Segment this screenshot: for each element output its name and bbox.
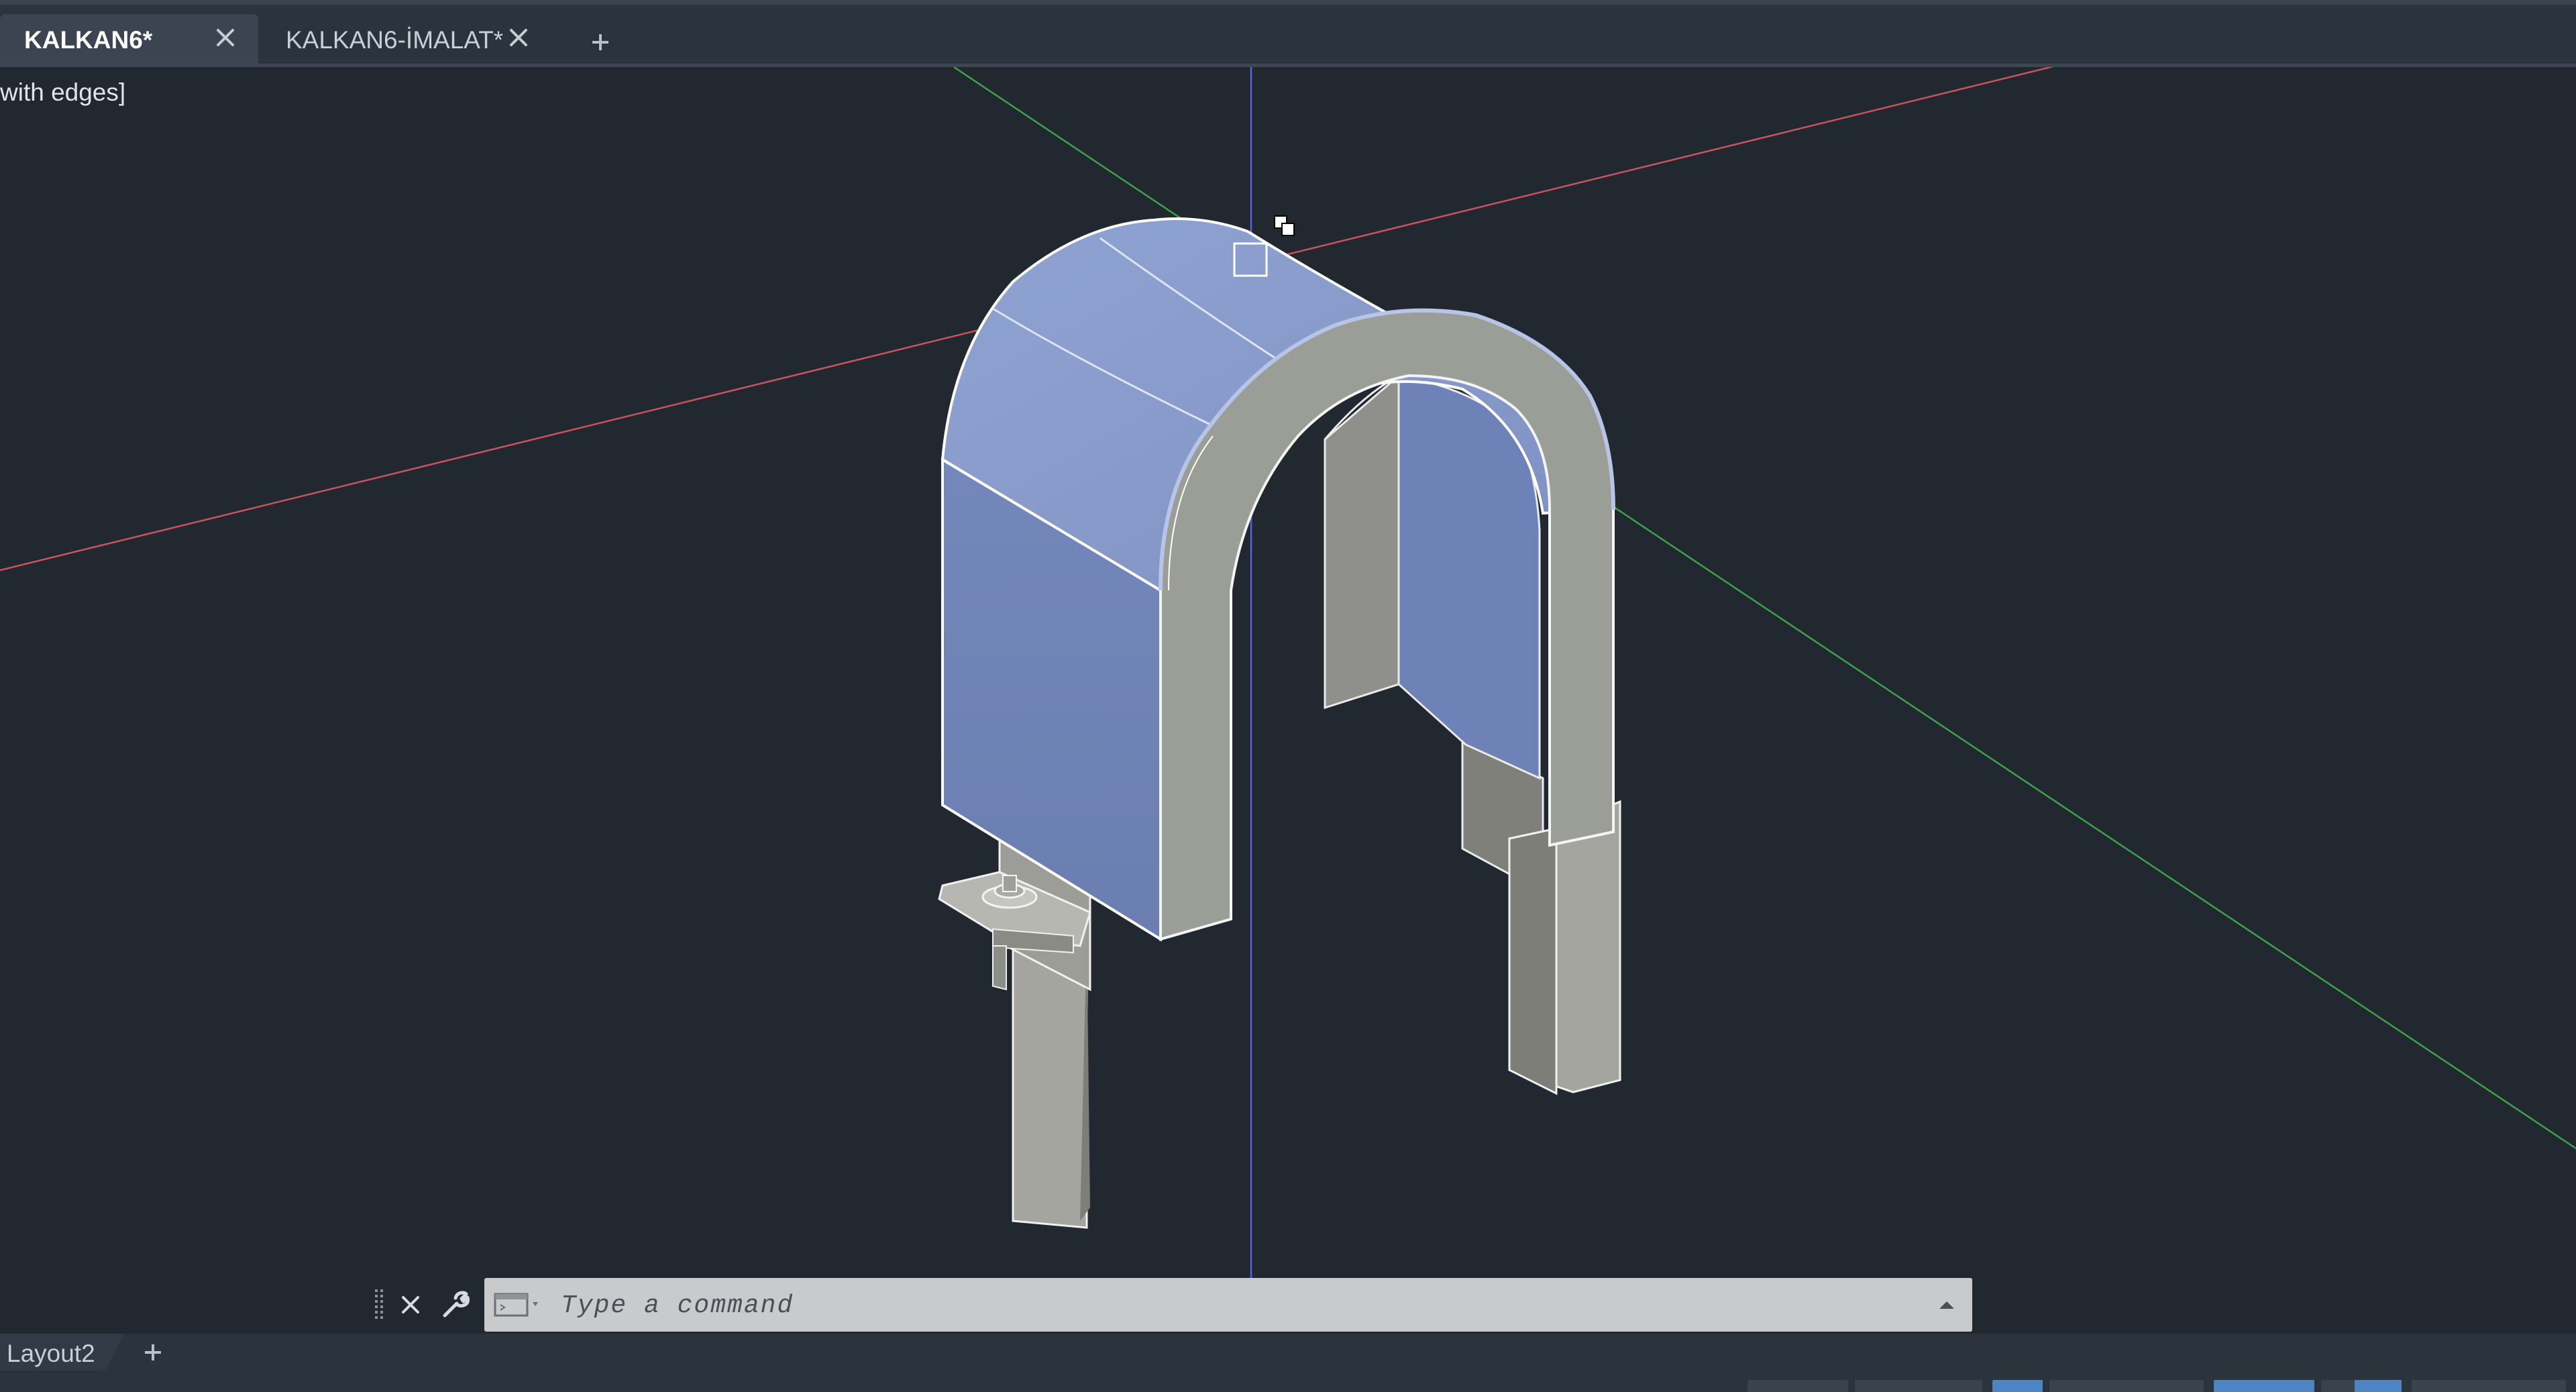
- status-button[interactable]: [2049, 1380, 2204, 1392]
- grip-icon[interactable]: [374, 1288, 386, 1323]
- command-line-bar: [366, 1278, 2277, 1332]
- status-button[interactable]: [1748, 1380, 1848, 1392]
- status-button[interactable]: [2355, 1380, 2402, 1392]
- close-icon[interactable]: [503, 21, 534, 54]
- layout-tab-bar: Layout2: [0, 1334, 2576, 1371]
- close-icon[interactable]: [392, 1287, 429, 1322]
- add-layout-button[interactable]: [134, 1337, 172, 1368]
- wrench-icon[interactable]: [437, 1287, 474, 1322]
- drawing-viewport[interactable]: with edges]: [0, 67, 2576, 1338]
- command-input-box: [484, 1278, 1972, 1332]
- command-history-icon[interactable]: [494, 1291, 547, 1318]
- arch-inner-wall: [1324, 373, 1541, 780]
- model-scene: [0, 67, 2576, 1332]
- status-button[interactable]: [1992, 1380, 2043, 1392]
- status-button[interactable]: [2412, 1380, 2566, 1392]
- tab-label: KALKAN6-İMALAT*: [286, 26, 504, 54]
- status-button[interactable]: [2214, 1380, 2314, 1392]
- tab-kalkan6-imalat[interactable]: KALKAN6-İMALAT*: [262, 14, 567, 64]
- visual-style-label[interactable]: with edges]: [0, 78, 125, 107]
- new-tab-button[interactable]: [580, 23, 621, 61]
- tab-kalkan6[interactable]: KALKAN6*: [0, 14, 258, 64]
- window-top-strip: [0, 0, 2576, 5]
- tab-label: KALKAN6*: [24, 26, 153, 54]
- document-tab-bar: KALKAN6* KALKAN6-İMALAT*: [0, 5, 2576, 67]
- close-icon[interactable]: [210, 21, 241, 54]
- cursor-pickbox-icon: [1274, 215, 1295, 236]
- expand-up-icon[interactable]: [1932, 1293, 1962, 1317]
- command-input[interactable]: [559, 1281, 1870, 1330]
- status-bar: [0, 1371, 2576, 1392]
- layout-tab-label: Layout2: [7, 1340, 95, 1367]
- status-button[interactable]: [1855, 1380, 1982, 1392]
